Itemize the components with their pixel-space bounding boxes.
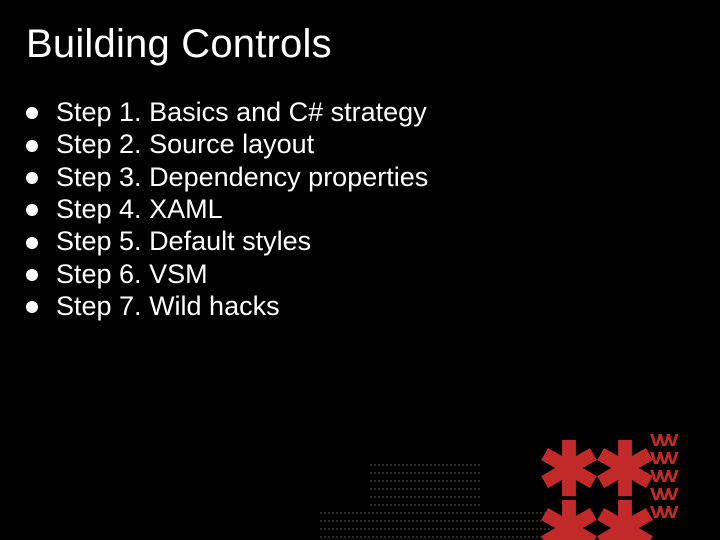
slide-title: Building Controls — [26, 22, 332, 67]
motif-dots — [370, 496, 480, 500]
list-item: Step 4. XAML — [26, 195, 680, 223]
motif-dots — [370, 504, 480, 508]
motif-dots — [320, 520, 550, 524]
motif-dots — [370, 480, 480, 484]
motif-dots — [370, 464, 480, 468]
bullet-icon — [26, 237, 38, 249]
bullet-icon — [26, 204, 38, 216]
decorative-motif: ✱✱ ✱✱ vvv vvv vvv vvv vvv — [360, 370, 720, 540]
star-row: ✱✱ — [538, 440, 650, 500]
bullet-icon — [26, 172, 38, 184]
slide: Building Controls Step 1. Basics and C# … — [0, 0, 720, 540]
motif-dots — [370, 488, 480, 492]
bullet-icon — [26, 107, 38, 119]
motif-dots — [370, 472, 480, 476]
motif-dots — [320, 512, 550, 516]
chevron-row: vvv — [650, 448, 720, 466]
chevron-row: vvv — [650, 430, 720, 448]
chevron-row: vvv — [650, 502, 720, 520]
chevron-icon: vvv vvv vvv vvv vvv — [650, 430, 720, 520]
list-item: Step 1. Basics and C# strategy — [26, 98, 680, 126]
bullet-text: Step 3. Dependency properties — [56, 163, 428, 191]
bullet-text: Step 1. Basics and C# strategy — [56, 98, 427, 126]
bullet-icon — [26, 301, 38, 313]
chevron-row: vvv — [650, 484, 720, 502]
chevron-row: vvv — [650, 466, 720, 484]
bullet-text: Step 6. VSM — [56, 260, 208, 288]
bullet-text: Step 7. Wild hacks — [56, 292, 280, 320]
motif-dots — [320, 536, 550, 540]
bullet-text: Step 5. Default styles — [56, 227, 311, 255]
bullet-text: Step 4. XAML — [56, 195, 223, 223]
motif-dots — [320, 528, 550, 532]
bullet-icon — [26, 140, 38, 152]
list-item: Step 5. Default styles — [26, 227, 680, 255]
bullet-list: Step 1. Basics and C# strategy Step 2. S… — [26, 98, 680, 324]
list-item: Step 3. Dependency properties — [26, 163, 680, 191]
list-item: Step 6. VSM — [26, 260, 680, 288]
star-icon: ✱✱ ✱✱ — [538, 440, 650, 540]
list-item: Step 2. Source layout — [26, 130, 680, 158]
list-item: Step 7. Wild hacks — [26, 292, 680, 320]
bullet-text: Step 2. Source layout — [56, 130, 314, 158]
star-row: ✱✱ — [538, 500, 650, 540]
bullet-icon — [26, 269, 38, 281]
